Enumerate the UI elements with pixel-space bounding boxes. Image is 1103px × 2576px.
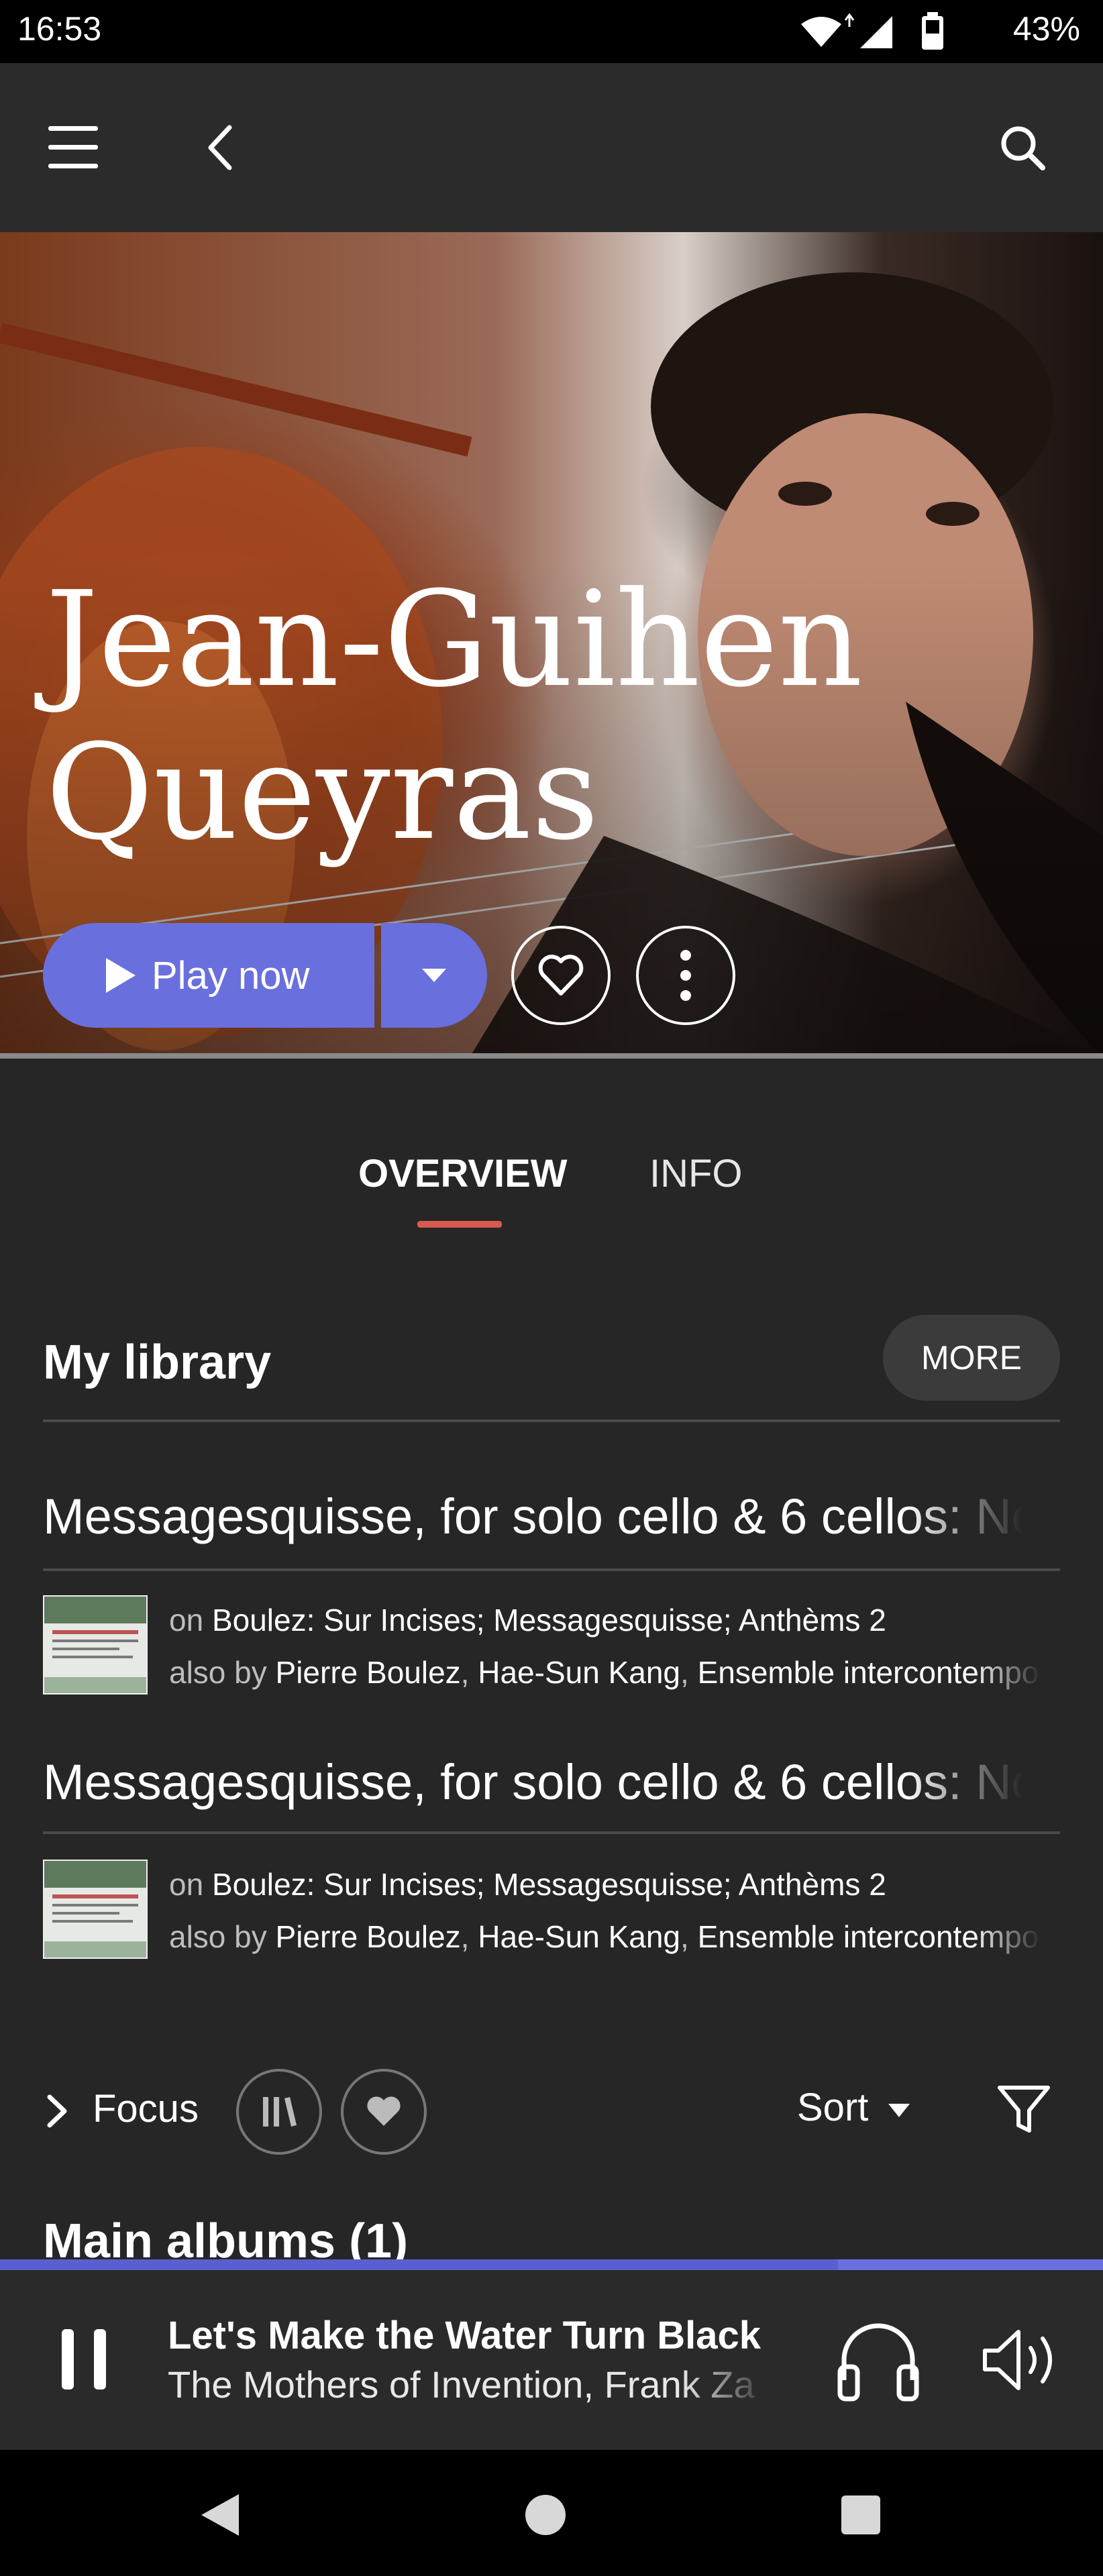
hero-divider xyxy=(0,1053,1103,1059)
tab-active-indicator xyxy=(417,1221,502,1228)
also-by-line: also by Pierre Boulez, Hae-Sun Kang, Ens… xyxy=(169,1654,1041,1690)
library-icon xyxy=(263,2097,297,2127)
chevron-right-icon[interactable] xyxy=(46,2094,68,2128)
artist-name-line1: Jean-Guihen xyxy=(46,564,863,716)
search-icon[interactable] xyxy=(998,123,1047,172)
top-app-bar xyxy=(0,63,1103,232)
on-prefix: on xyxy=(169,1867,204,1902)
library-filter-button[interactable] xyxy=(236,2069,322,2155)
play-options-dropdown[interactable] xyxy=(381,923,487,1028)
artist-link[interactable]: Ensemble intercontempor xyxy=(698,1919,1041,1954)
more-vertical-icon xyxy=(680,950,691,1001)
headphones-icon[interactable] xyxy=(835,2316,922,2402)
album-info-line: on Boulez: Sur Incises; Messagesquisse; … xyxy=(169,1602,1041,1638)
play-now-button[interactable]: Play now xyxy=(43,923,374,1028)
artist-link[interactable]: Pierre Boulez xyxy=(276,1919,461,1954)
now-playing-artist[interactable]: The Mothers of Invention, Frank Za xyxy=(168,2363,772,2406)
album-cover-art xyxy=(44,1597,146,1693)
artist-link[interactable]: Hae-Sun Kang xyxy=(478,1919,680,1954)
mini-player[interactable] xyxy=(0,2270,1103,2450)
play-icon xyxy=(106,958,136,993)
pause-icon[interactable] xyxy=(60,2328,109,2392)
artist-name-line2: Queyras xyxy=(46,716,599,869)
focus-toggle[interactable]: Focus xyxy=(93,2086,199,2131)
tab-info[interactable]: INFO xyxy=(649,1151,743,1196)
album-link[interactable]: Boulez: Sur Incises; Messagesquisse; Ant… xyxy=(212,1603,886,1638)
favorites-filter-button[interactable] xyxy=(341,2069,427,2155)
divider xyxy=(43,1568,1060,1571)
wifi-signal-icon xyxy=(801,13,892,48)
on-prefix: on xyxy=(169,1603,204,1638)
play-now-label: Play now xyxy=(152,953,310,998)
my-library-title: My library xyxy=(43,1336,272,1389)
divider xyxy=(43,1831,1060,1834)
album-cover-art xyxy=(44,1861,146,1957)
album-thumbnail[interactable] xyxy=(43,1860,148,1959)
artist-link[interactable]: Hae-Sun Kang xyxy=(478,1655,680,1690)
sort-dropdown-arrow-icon[interactable] xyxy=(887,2102,911,2118)
artist-link[interactable]: Ensemble intercontempor xyxy=(698,1655,1041,1690)
album-link[interactable]: Boulez: Sur Incises; Messagesquisse; Ant… xyxy=(212,1867,886,1902)
heart-icon xyxy=(538,955,584,996)
artist-name: Jean-Guihen Queyras xyxy=(46,564,918,869)
library-more-button[interactable]: MORE xyxy=(883,1315,1060,1401)
track-title[interactable]: Messagesquisse, for solo cello & 6 cello… xyxy=(43,1488,1022,1545)
also-by-line: also by Pierre Boulez, Hae-Sun Kang, Ens… xyxy=(169,1919,1041,1955)
menu-icon[interactable] xyxy=(48,125,98,170)
now-playing-title[interactable]: Let's Make the Water Turn Black xyxy=(168,2313,761,2358)
system-navigation-bar xyxy=(0,2450,1103,2576)
battery-icon xyxy=(922,12,943,50)
favorite-button[interactable] xyxy=(511,926,611,1025)
sort-button[interactable]: Sort xyxy=(797,2085,868,2130)
track-title[interactable]: Messagesquisse, for solo cello & 6 cello… xyxy=(43,1754,1022,1811)
status-time: 16:53 xyxy=(17,10,102,48)
album-thumbnail[interactable] xyxy=(43,1595,148,1695)
also-by-prefix: also by xyxy=(169,1919,267,1954)
nav-back-icon[interactable] xyxy=(199,2491,242,2538)
nav-recents-icon[interactable] xyxy=(840,2494,882,2536)
status-bar: 16:53 43% xyxy=(0,0,1103,63)
more-options-button[interactable] xyxy=(636,926,735,1025)
divider xyxy=(43,1419,1060,1422)
album-info-line: on Boulez: Sur Incises; Messagesquisse; … xyxy=(169,1866,1041,1902)
artist-link[interactable]: Pierre Boulez xyxy=(276,1655,461,1690)
nav-home-icon[interactable] xyxy=(523,2493,568,2537)
tab-overview[interactable]: OVERVIEW xyxy=(358,1151,568,1196)
filter-icon[interactable] xyxy=(997,2084,1051,2135)
battery-percentage: 43% xyxy=(1012,10,1080,48)
playback-progress-fill xyxy=(0,2259,839,2270)
also-by-prefix: also by xyxy=(169,1655,267,1690)
volume-icon[interactable] xyxy=(981,2328,1063,2392)
back-arrow-icon[interactable] xyxy=(205,125,235,170)
heart-filled-icon xyxy=(367,2096,401,2126)
dropdown-arrow-icon xyxy=(422,969,446,982)
